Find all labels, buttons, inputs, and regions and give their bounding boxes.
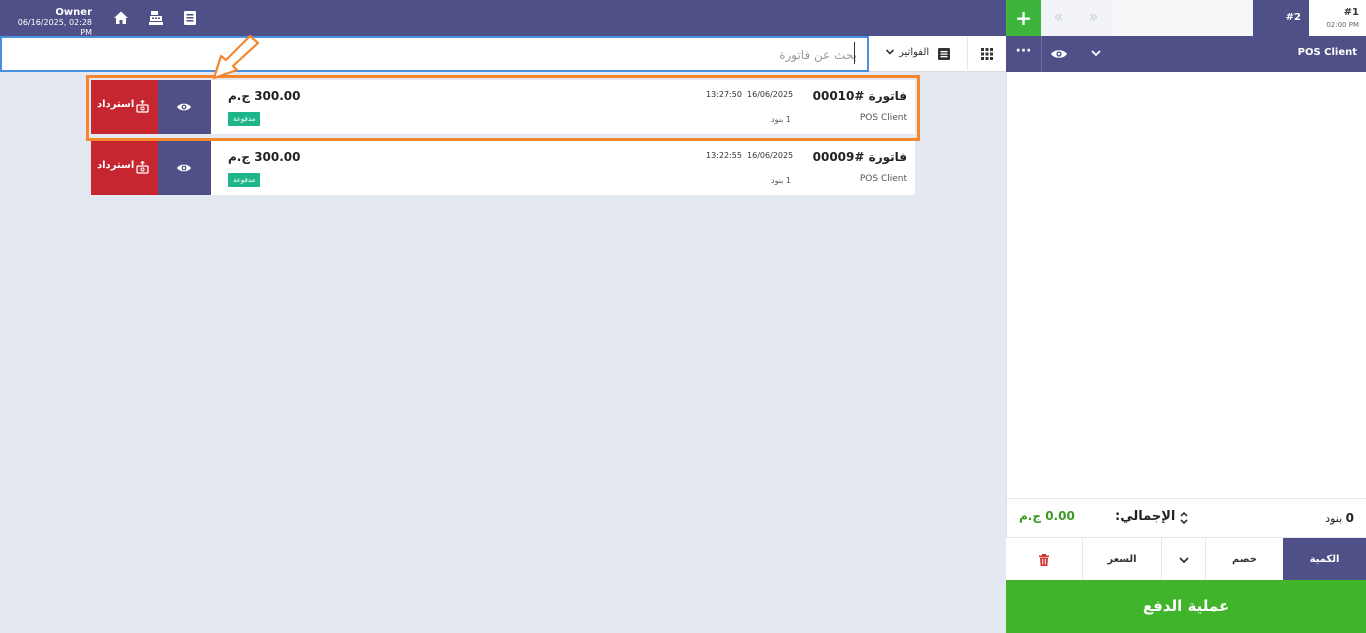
order-tab-2[interactable]: #2 xyxy=(1253,0,1309,36)
delete-button[interactable] xyxy=(1006,538,1082,581)
refund-label: استرداد xyxy=(97,160,135,171)
invoice-date: 16/06/2025 xyxy=(747,90,794,99)
cart-total-row: 0 بنود الإجمالي: 0.00 ج.م xyxy=(1006,498,1366,537)
view-invoice-button[interactable] xyxy=(158,80,211,134)
eye-icon xyxy=(177,164,191,172)
grid-view-button[interactable] xyxy=(967,36,1006,72)
invoices-filter-dropdown[interactable]: الفواتير xyxy=(879,36,959,72)
add-order-button[interactable]: + xyxy=(1006,0,1041,36)
cart-header: ··· POS Client xyxy=(1006,36,1366,72)
receipt-icon[interactable] xyxy=(182,10,198,26)
invoice-number: فاتورة #00009 xyxy=(812,150,907,164)
invoice-number: فاتورة #00010 xyxy=(812,89,907,103)
invoice-client: POS Client xyxy=(859,174,907,184)
invoice-row[interactable]: استرداد 300.00 ج.م مدفوعة 13:22:55 16/06… xyxy=(91,141,915,195)
grid-icon xyxy=(981,48,993,60)
chevron-down-icon xyxy=(885,49,895,55)
eye-icon xyxy=(177,103,191,111)
list-icon xyxy=(938,48,950,60)
chevron-down-icon[interactable] xyxy=(1090,47,1102,59)
sort-icon[interactable] xyxy=(1179,511,1189,525)
invoice-datetime: 13:22:55 16/06/2025 xyxy=(706,151,793,160)
total-value: 0.00 ج.م xyxy=(1019,509,1075,523)
items-count-number: 0 xyxy=(1345,511,1354,525)
price-button[interactable]: السعر xyxy=(1082,538,1161,581)
invoice-datetime: 13:27:50 16/06/2025 xyxy=(706,90,793,99)
view-invoice-button[interactable] xyxy=(158,141,211,195)
invoice-time: 13:22:55 xyxy=(706,151,742,160)
refund-button[interactable]: استرداد xyxy=(91,141,158,195)
quantity-button[interactable]: الكمية xyxy=(1283,538,1366,581)
tabs-spacer xyxy=(1111,0,1253,36)
invoice-amount: 300.00 ج.م xyxy=(228,150,301,164)
order-tab-1[interactable]: #1 02:00 PM xyxy=(1309,0,1366,36)
invoice-date: 16/06/2025 xyxy=(747,151,794,160)
search-row: الفواتير xyxy=(0,36,1006,72)
order-tab-number: #1 xyxy=(1343,7,1359,18)
cart-client-name[interactable]: POS Client xyxy=(1298,47,1357,58)
refund-button[interactable]: استرداد xyxy=(91,80,158,134)
refund-label: استرداد xyxy=(97,99,135,110)
invoice-row[interactable]: استرداد 300.00 ج.م مدفوعة 13:27:50 16/06… xyxy=(91,80,915,134)
status-badge: مدفوعة xyxy=(228,112,261,126)
home-icon[interactable] xyxy=(113,10,129,26)
next-tabs-button[interactable]: » xyxy=(1076,0,1111,36)
invoice-amount: 300.00 ج.م xyxy=(228,89,301,103)
payment-button[interactable]: عملية الدفع xyxy=(1006,580,1366,633)
price-mode-dropdown[interactable] xyxy=(1161,538,1205,581)
invoice-time: 13:27:50 xyxy=(706,90,742,99)
cart-controls: الكمية خصم السعر xyxy=(1006,537,1366,581)
invoice-items-count: 1 بنود xyxy=(771,115,791,124)
order-tab-time: 02:00 PM xyxy=(1326,21,1359,29)
invoice-client: POS Client xyxy=(859,113,907,123)
refund-icon xyxy=(136,161,149,174)
filter-label: الفواتير xyxy=(899,47,930,58)
cart-items-count: 0 بنود xyxy=(1325,511,1354,525)
invoice-items-count: 1 بنود xyxy=(771,176,791,185)
invoice-search-input[interactable] xyxy=(17,46,857,64)
cart-items-area xyxy=(1006,72,1366,498)
annotation-arrow-icon xyxy=(212,34,260,80)
total-label: الإجمالي: xyxy=(1115,509,1176,524)
refund-icon xyxy=(136,100,149,113)
more-options-button[interactable]: ··· xyxy=(1006,36,1042,72)
user-info[interactable]: Owner 06/16/2025, 02:28 PM xyxy=(10,7,92,38)
order-tab-number: #2 xyxy=(1285,12,1301,23)
trash-icon xyxy=(1039,553,1049,566)
user-name: Owner xyxy=(55,7,92,18)
discount-button[interactable]: خصم xyxy=(1205,538,1283,581)
status-badge: مدفوعة xyxy=(228,173,261,187)
chevron-down-icon xyxy=(1178,556,1189,563)
search-box[interactable] xyxy=(0,36,869,72)
prev-tabs-button[interactable]: « xyxy=(1041,0,1076,36)
user-datetime: 06/16/2025, 02:28 PM xyxy=(17,18,92,37)
text-cursor xyxy=(854,42,855,64)
cash-register-icon[interactable] xyxy=(148,10,164,26)
top-bar: Owner 06/16/2025, 02:28 PM xyxy=(0,0,1006,38)
items-count-label: بنود xyxy=(1325,512,1343,525)
eye-icon[interactable] xyxy=(1050,46,1068,62)
